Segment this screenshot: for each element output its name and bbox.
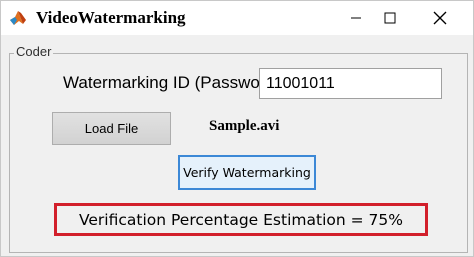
app-window: VideoWatermarking Coder Watermarking ID … <box>0 0 474 257</box>
maximize-icon <box>384 12 396 24</box>
verify-watermarking-button[interactable]: Verify Watermarking <box>178 155 316 190</box>
watermark-id-label: Watermarking ID (Password) <box>63 73 281 92</box>
window-title: VideoWatermarking <box>36 8 186 27</box>
close-icon <box>433 11 447 25</box>
matlab-logo-icon <box>9 9 27 27</box>
close-button[interactable] <box>417 1 463 35</box>
verification-result-text: Verification Percentage Estimation = 75% <box>79 210 403 229</box>
coder-panel-title: Coder <box>14 44 54 59</box>
maximize-button[interactable] <box>367 1 413 35</box>
load-file-button[interactable]: Load File <box>52 112 171 145</box>
loaded-file-name: Sample.avi <box>209 118 280 134</box>
verification-result-box: Verification Percentage Estimation = 75% <box>54 203 428 236</box>
title-bar[interactable]: VideoWatermarking <box>1 1 473 35</box>
minimize-icon <box>351 17 361 19</box>
watermark-id-input[interactable] <box>259 68 442 99</box>
